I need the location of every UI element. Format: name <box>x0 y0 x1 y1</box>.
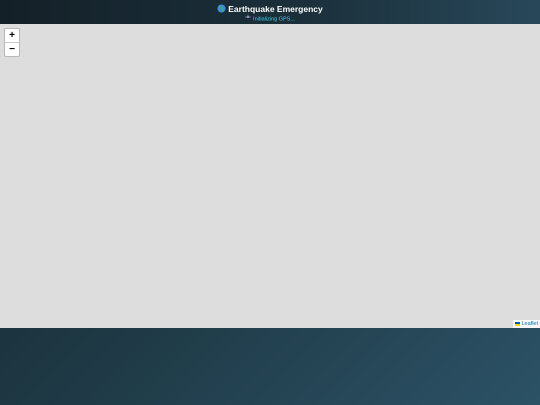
bottom-panel <box>0 328 540 405</box>
gps-status-row: Initializing GPS... <box>0 14 540 23</box>
page-title: Earthquake Emergency <box>228 4 323 14</box>
satellite-icon <box>245 14 251 24</box>
gps-status-text: Initializing GPS... <box>253 16 295 23</box>
zoom-out-button[interactable]: − <box>5 43 19 56</box>
map-container[interactable]: + − Leaflet <box>0 24 540 328</box>
ukraine-flag-icon <box>515 321 521 326</box>
zoom-in-button[interactable]: + <box>5 29 19 43</box>
zoom-control: + − <box>4 28 20 57</box>
map-attribution: Leaflet <box>513 320 540 328</box>
leaflet-link[interactable]: Leaflet <box>521 321 538 327</box>
app-header: Earthquake Emergency Initializing GPS... <box>0 0 540 24</box>
